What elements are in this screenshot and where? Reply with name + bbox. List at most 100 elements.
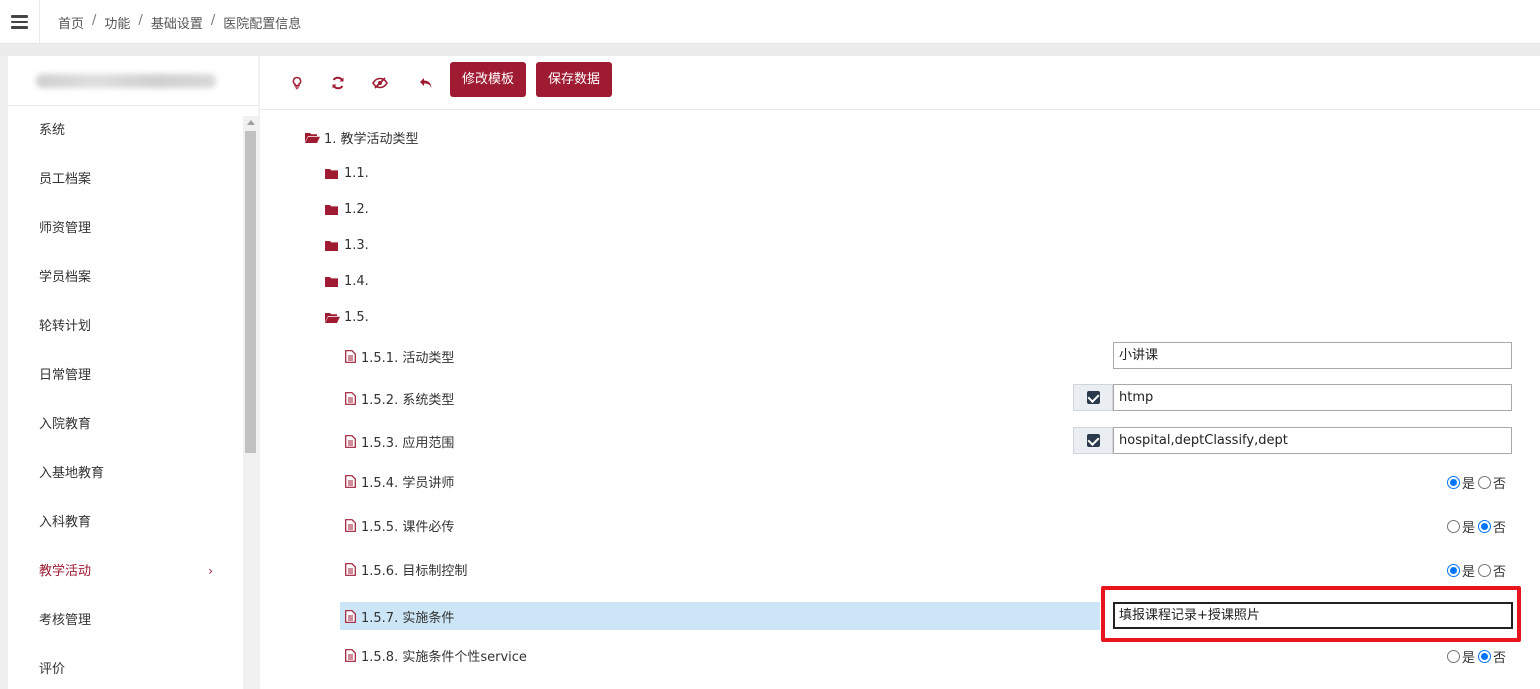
tree-folder-label: 1.2. xyxy=(344,201,369,217)
field-label: 1.5.3. 应用范围 xyxy=(361,435,455,451)
radio-yes[interactable] xyxy=(1447,476,1460,489)
scope-checkbox-addon[interactable] xyxy=(1073,427,1113,454)
tree-root-row[interactable]: 1. 教学活动类型 xyxy=(260,123,1540,151)
tree-folder-row-open[interactable]: 1.5. xyxy=(260,303,1540,331)
sidebar-header xyxy=(8,56,258,106)
tree-folder-row[interactable]: 1.4. xyxy=(260,267,1540,295)
tree-folder-label: 1.4. xyxy=(344,273,369,289)
student-lecturer-radio-group: 是 否 xyxy=(1447,473,1506,492)
document-icon xyxy=(345,349,356,363)
radio-no-label: 否 xyxy=(1493,477,1507,492)
sidebar-item-evaluation[interactable]: 评价 xyxy=(8,645,243,689)
radio-yes[interactable] xyxy=(1447,520,1460,533)
hospital-name-blurred xyxy=(36,74,216,88)
sidebar-item-label: 轮转计划 xyxy=(39,319,92,334)
sidebar-item-student-records[interactable]: 学员档案 xyxy=(8,253,243,302)
checkbox-checked-icon[interactable] xyxy=(1086,391,1100,404)
application-scope-input[interactable]: hospital,deptClassify,dept xyxy=(1113,427,1512,454)
sidebar-item-label: 系统 xyxy=(39,123,66,138)
system-type-checkbox-addon[interactable] xyxy=(1073,384,1113,411)
folder-open-icon xyxy=(305,132,320,143)
chevron-right-icon: › xyxy=(208,564,213,578)
breadcrumb-separator: / xyxy=(92,13,97,28)
radio-no[interactable] xyxy=(1478,520,1492,533)
folder-open-icon xyxy=(325,312,340,323)
sidebar-item-label: 教学活动 xyxy=(39,564,92,579)
field-label: 1.5.8. 实施条件个性service xyxy=(361,649,527,665)
sidebar-scrollbar[interactable] xyxy=(243,116,258,689)
courseware-required-radio-group: 是 否 xyxy=(1447,517,1506,536)
breadcrumb-home[interactable]: 首页 xyxy=(58,13,84,32)
sidebar-item-label: 入院教育 xyxy=(39,417,92,432)
document-icon xyxy=(345,434,356,448)
radio-no[interactable] xyxy=(1478,476,1492,489)
radio-yes[interactable] xyxy=(1447,650,1460,663)
sidebar-item-label: 入基地教育 xyxy=(39,466,105,481)
field-label: 1.5.7. 实施条件 xyxy=(361,610,455,626)
sidebar-item-rotation-plan[interactable]: 轮转计划 xyxy=(8,302,243,351)
toolbar: 修改模板 保存数据 xyxy=(260,56,1540,110)
radio-no-label: 否 xyxy=(1493,651,1507,666)
tree-folder-label: 1.1. xyxy=(344,165,369,181)
callout-highlight-frame xyxy=(1101,586,1521,642)
sidebar-item-assessment[interactable]: 考核管理 xyxy=(8,596,243,645)
radio-yes-label: 是 xyxy=(1462,565,1476,580)
sidebar-item-label: 学员档案 xyxy=(39,270,92,285)
undo-icon[interactable] xyxy=(415,72,437,94)
field-row: 1.5.8. 实施条件个性service xyxy=(260,641,1540,669)
field-row: 1.5.6. 目标制控制 xyxy=(260,555,1540,583)
tree-root-label: 1. 教学活动类型 xyxy=(324,131,419,147)
radio-yes-label: 是 xyxy=(1462,477,1476,492)
radio-no-label: 否 xyxy=(1493,565,1507,580)
radio-no[interactable] xyxy=(1478,564,1492,577)
custom-service-radio-group: 是 否 xyxy=(1447,647,1506,666)
checkbox-checked-icon[interactable] xyxy=(1086,434,1100,447)
system-type-input[interactable]: htmp xyxy=(1113,384,1512,411)
breadcrumb-separator: / xyxy=(210,13,216,28)
sidebar-item-staff-records[interactable]: 员工档案 xyxy=(8,155,243,204)
tree-folder-row[interactable]: 1.1. xyxy=(260,159,1540,187)
radio-no[interactable] xyxy=(1478,650,1492,663)
save-data-button[interactable]: 保存数据 xyxy=(536,62,613,97)
document-icon xyxy=(345,648,356,662)
edit-template-button[interactable]: 修改模板 xyxy=(450,62,527,97)
tree-folder-label: 1.3. xyxy=(344,237,369,253)
sidebar-item-label: 评价 xyxy=(39,662,66,677)
breadcrumb-basic-settings[interactable]: 基础设置 xyxy=(151,13,203,32)
sidebar-item-label: 日常管理 xyxy=(39,368,92,383)
field-label: 1.5.2. 系统类型 xyxy=(361,392,455,408)
tree-folder-row[interactable]: 1.2. xyxy=(260,195,1540,223)
scrollbar-thumb[interactable] xyxy=(245,131,256,453)
folder-icon xyxy=(325,240,339,251)
sidebar-item-dept-orientation[interactable]: 入科教育 xyxy=(8,498,243,547)
field-label: 1.5.4. 学员讲师 xyxy=(361,475,455,491)
breadcrumb-function[interactable]: 功能 xyxy=(104,13,130,32)
document-icon xyxy=(345,518,356,532)
sidebar-item-teaching-activity[interactable]: 教学活动 › xyxy=(8,547,243,596)
hide-icon[interactable] xyxy=(369,72,391,94)
folder-icon xyxy=(325,204,339,215)
radio-no-label: 否 xyxy=(1493,521,1507,536)
sidebar-item-daily-management[interactable]: 日常管理 xyxy=(8,351,243,400)
menu-toggle-icon[interactable] xyxy=(0,0,40,44)
folder-icon xyxy=(325,168,339,179)
radio-yes-label: 是 xyxy=(1462,651,1476,666)
bulb-icon[interactable] xyxy=(286,72,308,94)
sidebar-item-system[interactable]: 系统 xyxy=(8,106,243,155)
radio-yes-label: 是 xyxy=(1462,521,1476,536)
radio-yes[interactable] xyxy=(1447,564,1460,577)
activity-type-input[interactable]: 小讲课 xyxy=(1113,342,1512,369)
folder-icon xyxy=(325,276,339,287)
sidebar-menu: 系统 员工档案 师资管理 学员档案 轮转计划 日常管理 入院教育 入基地教育 入… xyxy=(8,106,243,689)
sidebar-item-faculty[interactable]: 师资管理 xyxy=(8,204,243,253)
target-control-radio-group: 是 否 xyxy=(1447,561,1506,580)
tree-folder-row[interactable]: 1.3. xyxy=(260,231,1540,259)
sidebar-item-base-orientation[interactable]: 入基地教育 xyxy=(8,449,243,498)
sidebar-item-label: 员工档案 xyxy=(39,172,92,187)
sidebar-item-hospital-orientation[interactable]: 入院教育 xyxy=(8,400,243,449)
field-row: 1.5.4. 学员讲师 xyxy=(260,467,1540,495)
document-icon xyxy=(345,562,356,576)
scroll-up-arrow-icon[interactable] xyxy=(247,120,255,125)
field-row: 1.5.5. 课件必传 xyxy=(260,511,1540,539)
refresh-icon[interactable] xyxy=(327,72,349,94)
